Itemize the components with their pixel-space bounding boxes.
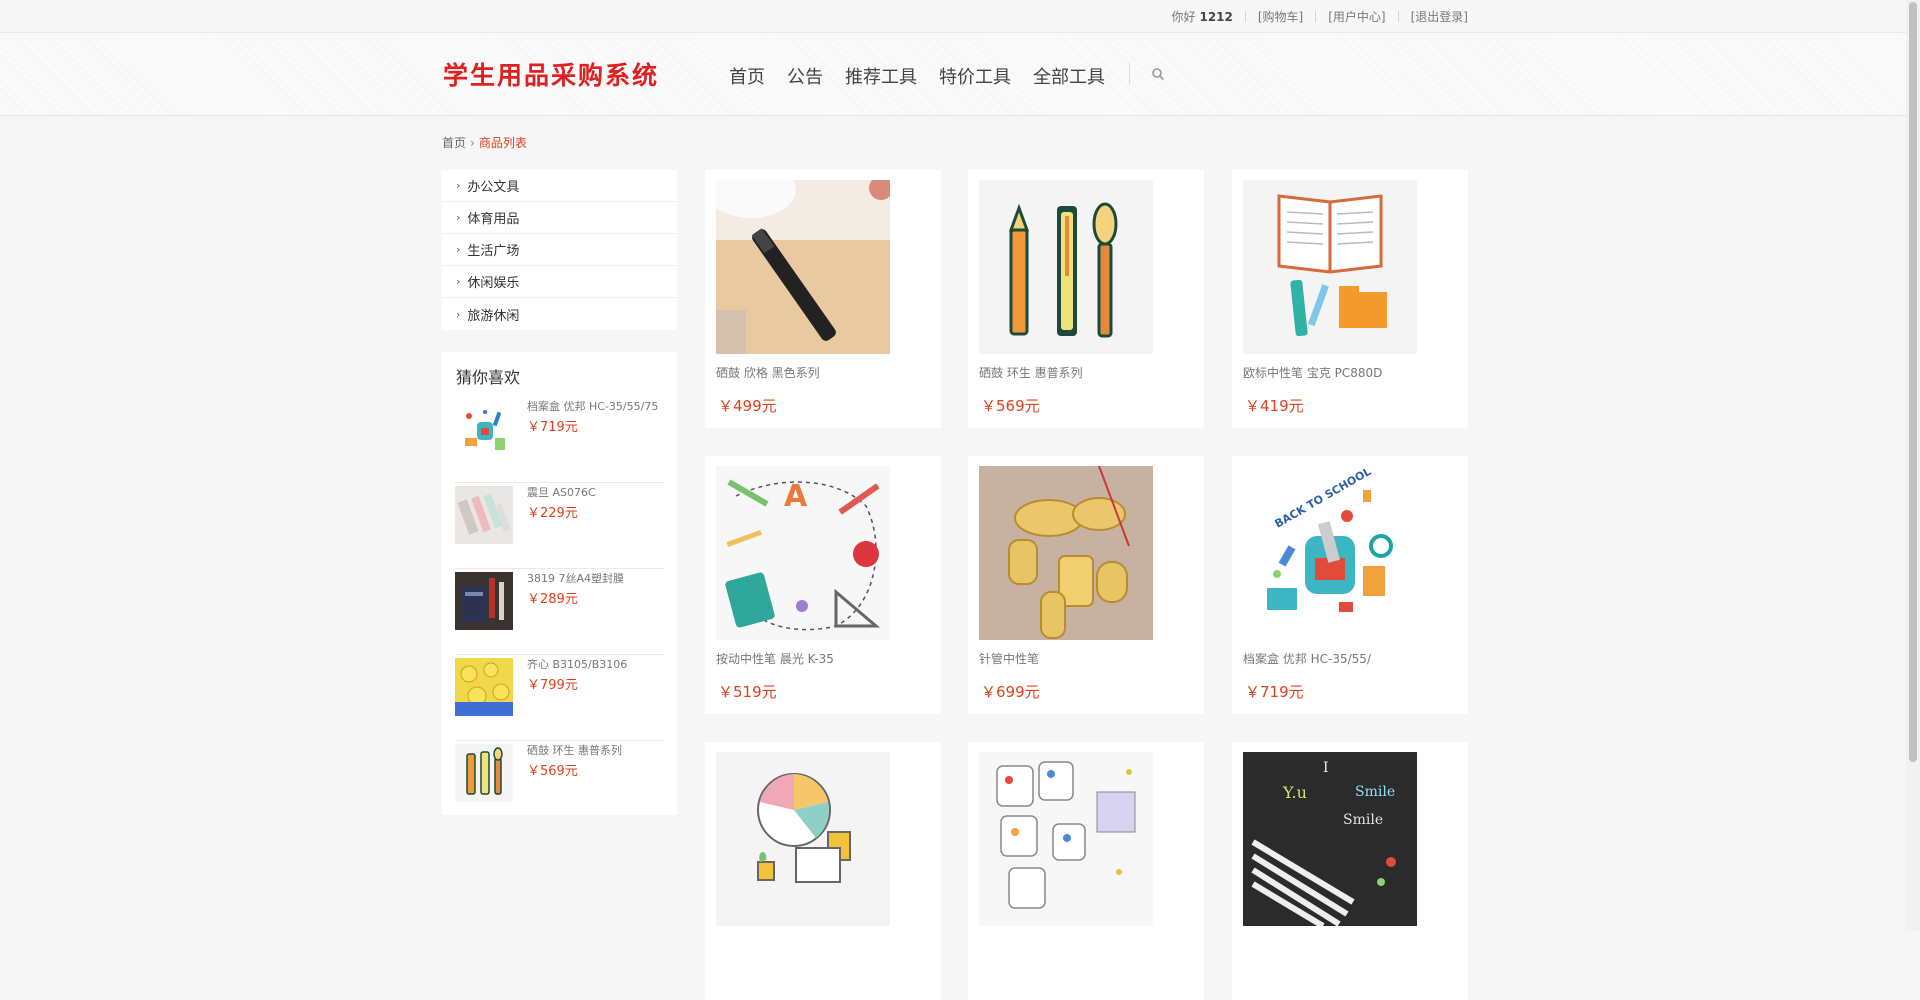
recommend-title: 猜你喜欢 [456,368,521,387]
nav-special[interactable]: 特价工具 [939,63,1011,89]
product-price: ￥419元 [1245,397,1304,415]
nav-divider [1129,63,1130,85]
recommend-item-price: ￥799元 [527,678,578,693]
product-name[interactable]: 按动中性笔 晨光 K-35 [716,650,834,667]
breadcrumb-current: 商品列表 [478,136,527,150]
product-image[interactable] [1243,180,1417,354]
cart-link[interactable]: [购物车] [1258,8,1303,25]
main-nav: 首页 公告 推荐工具 特价工具 全部工具 [729,63,1127,89]
recommend-item-name[interactable]: 齐心 B3105/B3106 [527,656,627,672]
logout-link[interactable]: [退出登录] [1411,8,1468,25]
recommend-item-name[interactable]: 震旦 AS076C [527,484,596,500]
product-name[interactable]: 欧标中性笔 宝克 PC880D [1243,364,1382,381]
recommend-item-price: ￥229元 [527,506,578,521]
category-item[interactable]: › 旅游休闲 [442,298,677,330]
product-image[interactable] [979,752,1153,926]
nav-home[interactable]: 首页 [729,63,765,89]
breadcrumb: 首页 › 商品列表 [442,134,527,151]
product-name[interactable]: 硒鼓 欣格 黑色系列 [716,364,820,381]
site-logo[interactable]: 学生用品采购系统 [443,56,659,92]
recommend-panel: 猜你喜欢 档案盒 优邦 HC-35/55/75 ￥719元 震旦 AS076C … [442,352,677,815]
svg-text:A: A [784,479,808,514]
product-card[interactable] [968,742,1204,1000]
recommend-item-price: ￥719元 [527,420,578,435]
product-card[interactable]: BACK TO SCHOOL 档案盒 优邦 HC-35/55/ ￥719元 [1232,456,1468,714]
user-center-link[interactable]: [用户中心] [1328,8,1385,25]
product-card[interactable] [705,742,941,1000]
search-icon[interactable] [1151,66,1165,85]
product-price: ￥519元 [718,683,777,701]
product-name[interactable]: 针管中性笔 [979,650,1039,667]
category-label: 休闲娱乐 [467,276,520,291]
recommend-item[interactable]: 震旦 AS076C ￥229元 [455,482,665,569]
product-image[interactable] [979,180,1153,354]
recommend-item[interactable]: 档案盒 优邦 HC-35/55/75 ￥719元 [455,396,665,483]
product-price: ￥569元 [981,397,1040,415]
top-bar: 你好 1212 [购物车] [用户中心] [退出登录] [0,0,1920,33]
recommend-item[interactable]: 3819 7丝A4塑封膜 ￥289元 [455,568,665,655]
divider [1244,11,1246,22]
svg-text:Smile: Smile [1355,784,1395,800]
product-card[interactable]: 欧标中性笔 宝克 PC880D ￥419元 [1232,170,1468,428]
svg-text:Smile: Smile [1343,812,1383,828]
page-scrollbar[interactable] [1906,0,1920,931]
product-image[interactable] [716,180,890,354]
product-card[interactable]: I Y.u Smile Smile [1232,742,1468,1000]
breadcrumb-home[interactable]: 首页 [442,136,466,150]
chevron-right-icon: › [456,275,461,288]
chevron-right-icon: › [456,307,461,321]
recommend-item[interactable]: 硒鼓 环生 惠普系列 ￥569元 [455,740,665,826]
product-thumbnail[interactable] [455,572,513,630]
chevron-right-icon: › [456,179,461,192]
product-card[interactable]: A 按动中性笔 晨光 K-35 ￥519元 [705,456,941,714]
recommend-item-name[interactable]: 硒鼓 环生 惠普系列 [527,742,622,758]
recommend-item-name[interactable]: 3819 7丝A4塑封膜 [527,570,624,586]
product-thumbnail[interactable] [455,658,513,716]
category-list: › 办公文具 › 体育用品 › 生活广场 › 休闲娱乐 › 旅游休闲 [442,170,677,330]
username: 1212 [1199,9,1233,24]
recommend-item-price: ￥289元 [527,592,578,607]
svg-text:I: I [1323,760,1329,776]
product-image[interactable] [979,466,1153,640]
product-image[interactable] [716,752,890,926]
product-image[interactable]: A [716,466,890,640]
category-item[interactable]: › 办公文具 [442,170,677,202]
divider [1397,11,1399,22]
product-name[interactable]: 档案盒 优邦 HC-35/55/ [1243,650,1371,667]
chevron-right-icon: › [470,136,475,150]
chevron-right-icon: › [456,243,461,256]
category-label: 生活广场 [467,244,520,259]
product-card[interactable]: 硒鼓 环生 惠普系列 ￥569元 [968,170,1204,428]
site-header: 学生用品采购系统 首页 公告 推荐工具 特价工具 全部工具 [0,33,1920,116]
recommend-item[interactable]: 齐心 B3105/B3106 ￥799元 [455,654,665,741]
product-card[interactable]: 硒鼓 欣格 黑色系列 ￥499元 [705,170,941,428]
chevron-right-icon: › [456,211,461,224]
product-price: ￥699元 [981,683,1040,701]
user-links: 你好 1212 [购物车] [用户中心] [退出登录] [1171,8,1468,25]
category-item[interactable]: › 体育用品 [442,202,677,234]
recommend-item-name[interactable]: 档案盒 优邦 HC-35/55/75 [527,398,658,414]
nav-all[interactable]: 全部工具 [1033,63,1105,89]
product-card[interactable]: 针管中性笔 ￥699元 [968,456,1204,714]
product-image[interactable]: I Y.u Smile Smile [1243,752,1417,926]
category-label: 办公文具 [467,180,520,195]
product-image[interactable]: BACK TO SCHOOL [1243,466,1417,640]
nav-notice[interactable]: 公告 [787,63,823,89]
nav-recommended[interactable]: 推荐工具 [845,63,917,89]
product-thumbnail[interactable] [455,744,513,802]
product-thumbnail[interactable] [455,400,513,458]
category-item[interactable]: › 休闲娱乐 [442,266,677,298]
divider [1315,11,1317,22]
svg-text:Y.u: Y.u [1282,783,1307,802]
greeting-text: 你好 [1171,10,1196,24]
category-label: 旅游休闲 [467,308,520,324]
product-name[interactable]: 硒鼓 环生 惠普系列 [979,364,1083,381]
category-label: 体育用品 [467,212,520,227]
recommend-item-price: ￥569元 [527,764,578,779]
product-thumbnail[interactable] [455,486,513,544]
product-price: ￥719元 [1245,683,1304,701]
scrollbar-thumb[interactable] [1909,2,1917,762]
category-item[interactable]: › 生活广场 [442,234,677,266]
product-price: ￥499元 [718,397,777,415]
